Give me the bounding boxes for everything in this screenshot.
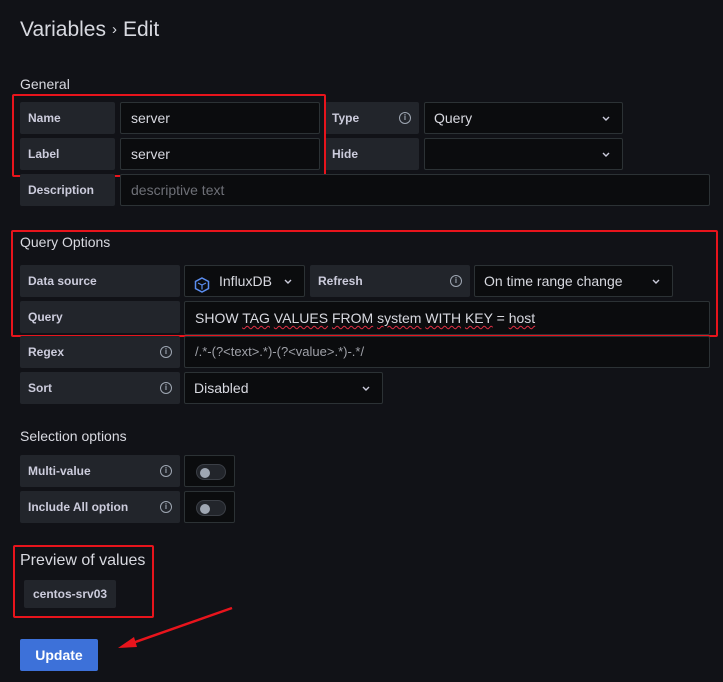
chevron-down-icon: [601, 113, 611, 123]
sort-select[interactable]: Disabled: [184, 372, 383, 404]
selection-options-heading: Selection options: [20, 428, 127, 444]
regex-input[interactable]: /.*-(?<text>.*)-(?<value>.*)-.*/: [184, 336, 710, 368]
hide-select[interactable]: [424, 138, 623, 170]
page-title: Variables › Edit: [20, 18, 159, 42]
multi-value-label-text: Multi-value: [28, 464, 91, 478]
info-circle-icon[interactable]: i: [160, 501, 172, 513]
include-all-label: Include All option i: [20, 491, 180, 523]
breadcrumb-parent[interactable]: Variables: [20, 18, 106, 41]
chevron-down-icon: [601, 149, 611, 159]
toggle-knob: [200, 468, 210, 478]
hide-label: Hide: [324, 138, 419, 170]
include-all-label-text: Include All option: [28, 500, 129, 514]
chevron-down-icon: [361, 383, 371, 393]
type-select-value: Query: [434, 110, 473, 126]
multi-value-switch-container: [184, 455, 235, 487]
regex-label-text: Regex: [28, 345, 65, 359]
sort-label-text: Sort: [28, 381, 52, 395]
red-arrow-annotation: [118, 606, 233, 648]
breadcrumb-current: Edit: [123, 18, 160, 41]
type-label-text: Type: [332, 111, 360, 125]
description-label: Description: [20, 174, 115, 206]
info-circle-icon[interactable]: i: [160, 465, 172, 477]
regex-label: Regex i: [20, 336, 180, 368]
type-select[interactable]: Query: [424, 102, 623, 134]
info-circle-icon[interactable]: i: [399, 112, 411, 124]
sort-select-value: Disabled: [194, 380, 249, 396]
general-heading: General: [20, 76, 70, 92]
multi-value-toggle[interactable]: [196, 464, 226, 480]
highlight-box-general: [12, 94, 326, 177]
breadcrumb-separator-icon: ›: [112, 21, 117, 38]
sort-label: Sort i: [20, 372, 180, 404]
info-circle-icon[interactable]: i: [160, 346, 172, 358]
include-all-switch-container: [184, 491, 235, 523]
info-circle-icon[interactable]: i: [160, 382, 172, 394]
update-button[interactable]: Update: [20, 639, 98, 671]
highlight-box-query-options: [11, 230, 718, 337]
toggle-knob: [200, 504, 210, 514]
multi-value-label: Multi-value i: [20, 455, 180, 487]
include-all-toggle[interactable]: [196, 500, 226, 516]
description-input[interactable]: descriptive text: [120, 174, 710, 206]
type-label: Type i: [324, 102, 419, 134]
